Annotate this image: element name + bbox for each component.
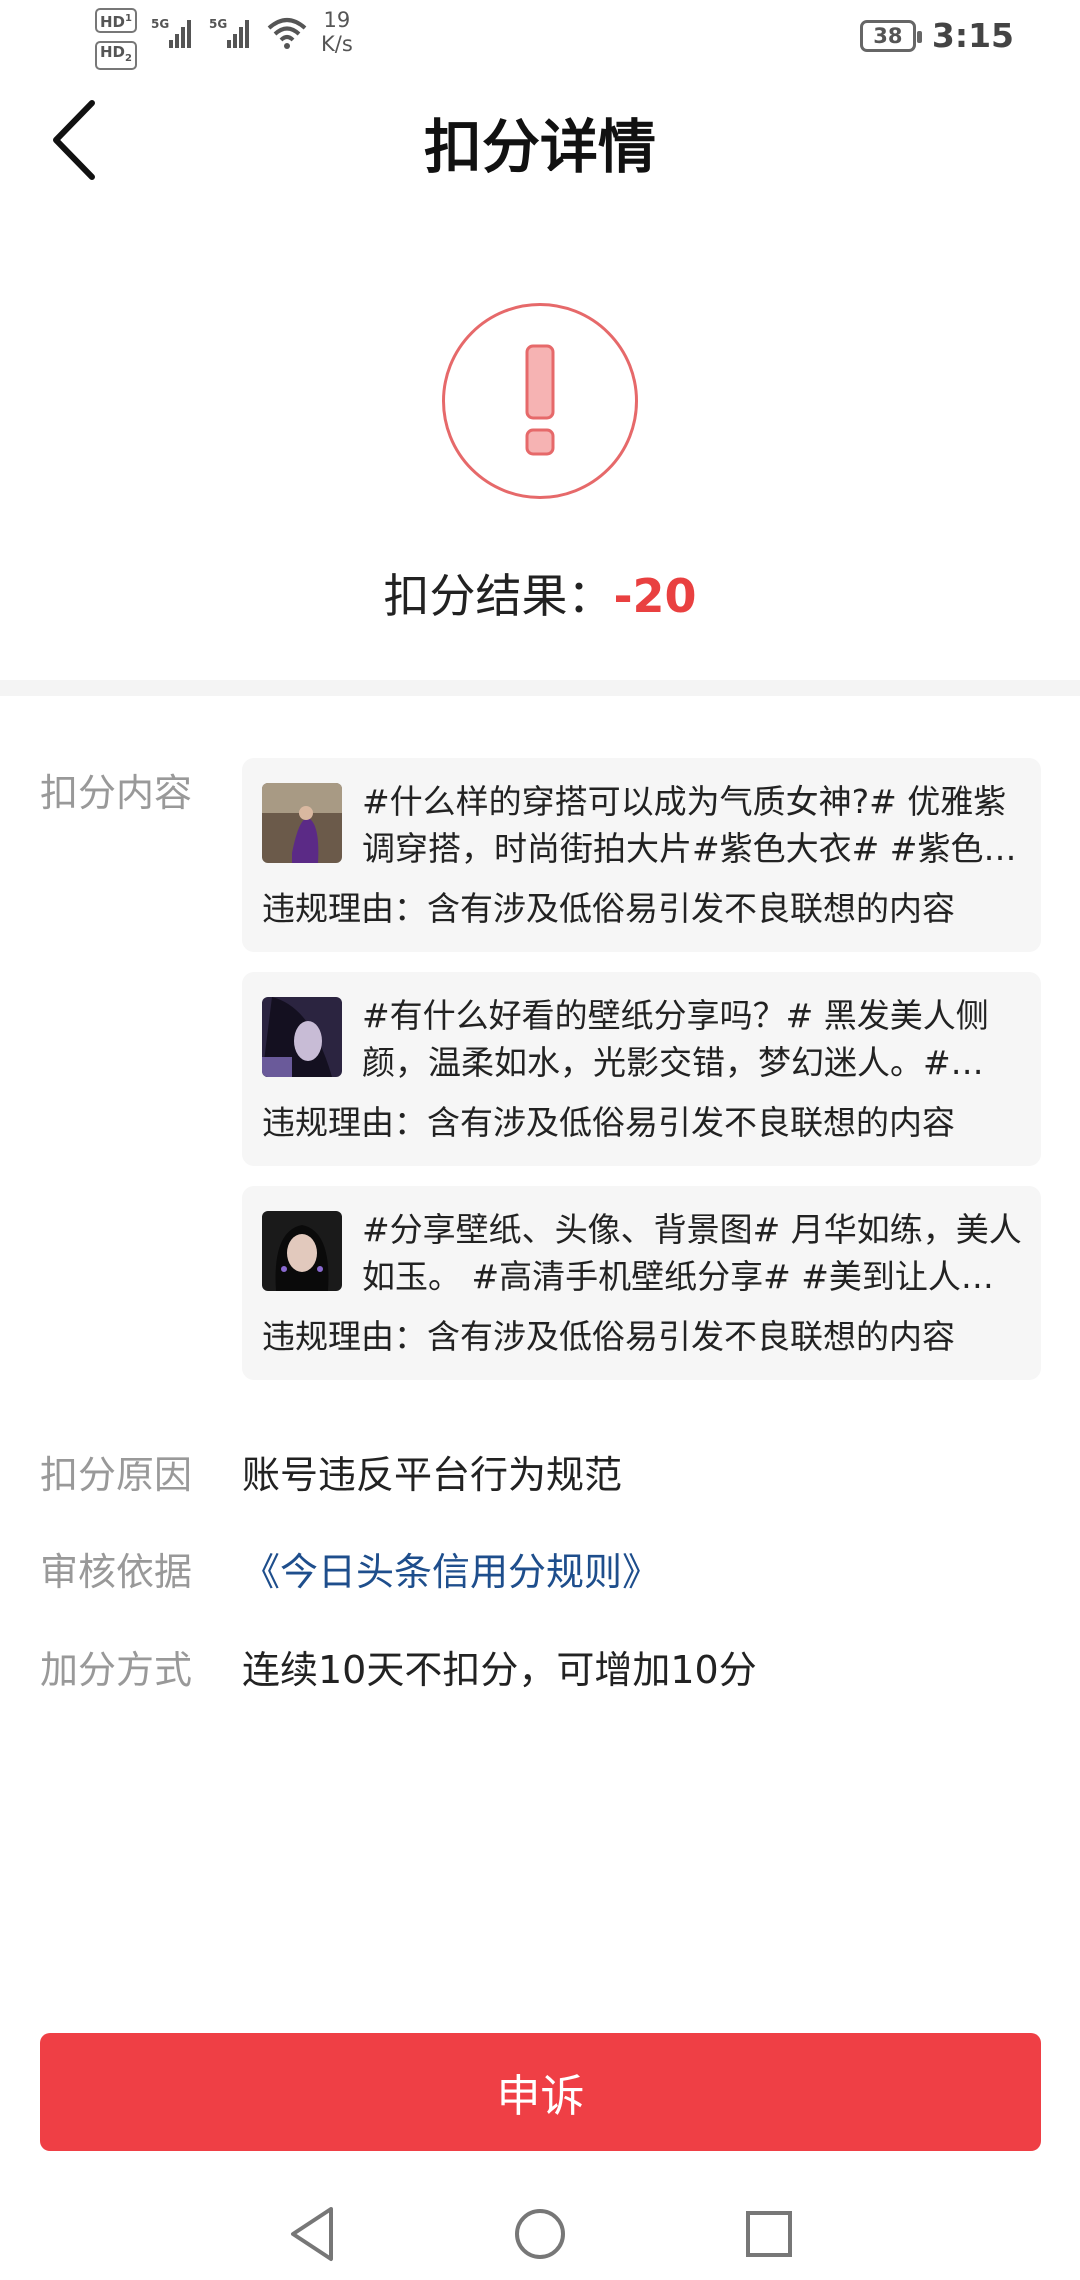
system-nav-bar: [0, 2185, 1080, 2280]
wifi-icon: [267, 18, 307, 49]
reason-label: 扣分原因: [40, 1453, 193, 1497]
svg-text:5G: 5G: [209, 17, 227, 31]
status-bar: HD1 HD2 5G 5G 19 K/s 38 3:15: [0, 0, 1080, 75]
violation-title: #分享壁纸、头像、背景图# 月华如练，美人如玉。 #高清手机壁纸分享# #美到让…: [362, 1210, 1022, 1296]
content-label: 扣分内容: [40, 771, 193, 815]
network-speed: 19 K/s: [320, 8, 353, 56]
circle-home-icon[interactable]: [505, 2199, 575, 2269]
section-divider: [0, 680, 1080, 696]
clock: 3:15: [931, 16, 1014, 55]
signal-2-icon: 5G: [209, 17, 249, 48]
page-title: 扣分详情: [423, 113, 656, 181]
violation-title: #什么样的穿搭可以成为气质女神?# 优雅紫调穿搭，时尚街拍大片#紫色大衣# #紫…: [362, 782, 1017, 868]
hd-indicators: HD1 HD2: [95, 8, 137, 70]
violation-reason: 违规理由：含有涉及低俗易引发不良联想的内容: [262, 1103, 955, 1142]
rules-link[interactable]: 《今日头条信用分规则》: [242, 1541, 660, 1596]
violation-card[interactable]: #什么样的穿搭可以成为气质女神?# 优雅紫调穿搭，时尚街拍大片#紫色大衣# #紫…: [242, 758, 1041, 952]
violation-reason: 违规理由：含有涉及低俗易引发不良联想的内容: [262, 889, 955, 928]
hd1-badge: HD1: [95, 8, 137, 33]
bonus-label: 加分方式: [40, 1648, 193, 1692]
photo-thumbnail: [262, 1211, 342, 1291]
deduction-result: 扣分结果：-20: [0, 560, 1080, 626]
svg-text:5G: 5G: [151, 17, 169, 31]
violation-title: #有什么好看的壁纸分享吗？# 黑发美人侧颜，温柔如水，光影交错，梦幻迷人。#…: [362, 996, 989, 1082]
photo-thumbnail: [262, 783, 342, 863]
signal-1-icon: 5G: [151, 17, 191, 48]
triangle-back-icon[interactable]: [277, 2199, 347, 2269]
result-value: -20: [613, 569, 697, 623]
basis-label: 审核依据: [40, 1550, 193, 1594]
photo-thumbnail: [262, 997, 342, 1077]
hd2-badge: HD2: [95, 41, 137, 70]
appeal-button[interactable]: 申诉: [40, 2033, 1041, 2151]
violation-card[interactable]: #分享壁纸、头像、背景图# 月华如练，美人如玉。 #高清手机壁纸分享# #美到让…: [242, 1186, 1041, 1380]
square-recents-icon[interactable]: [734, 2199, 804, 2269]
violation-card[interactable]: #有什么好看的壁纸分享吗？# 黑发美人侧颜，温柔如水，光影交错，梦幻迷人。#… …: [242, 972, 1041, 1166]
reason-value: 账号违反平台行为规范: [242, 1453, 623, 1497]
violation-reason: 违规理由：含有涉及低俗易引发不良联想的内容: [262, 1317, 955, 1356]
bonus-value: 连续10天不扣分，可增加10分: [242, 1648, 757, 1692]
warning-icon: [442, 303, 638, 499]
battery-icon: 38: [859, 19, 922, 52]
result-label: 扣分结果：: [383, 569, 614, 623]
violation-list: #什么样的穿搭可以成为气质女神?# 优雅紫调穿搭，时尚街拍大片#紫色大衣# #紫…: [242, 758, 1041, 1400]
